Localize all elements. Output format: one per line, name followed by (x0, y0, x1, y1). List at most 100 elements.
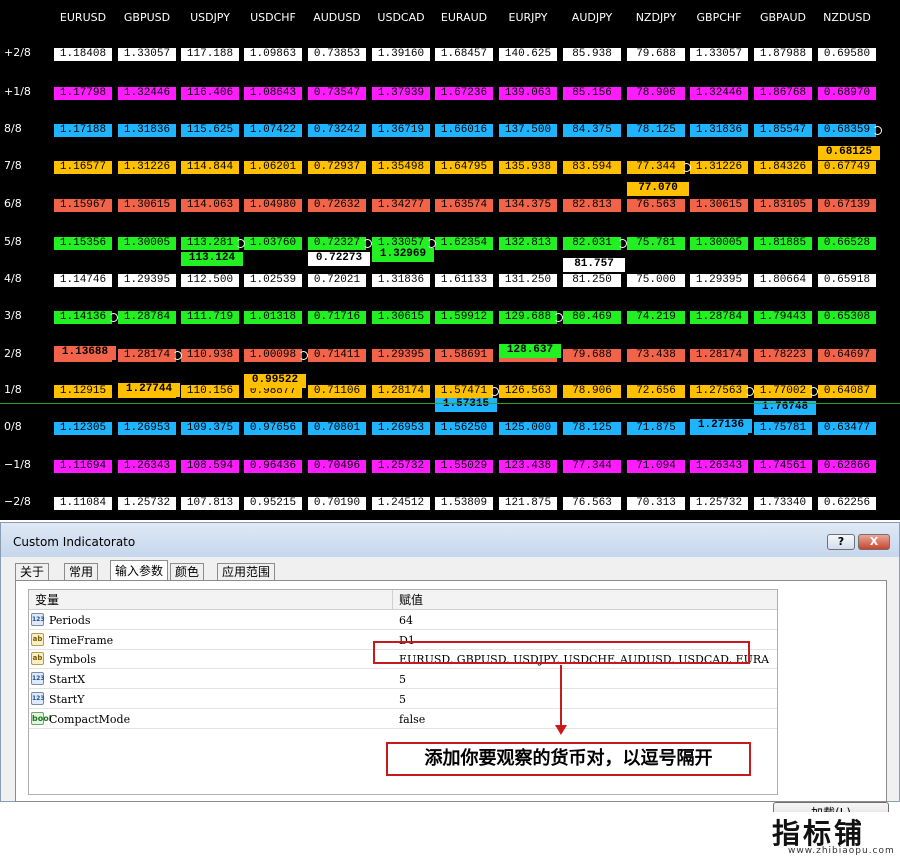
symbol-header-usdjpy: USDJPY (190, 11, 230, 24)
level-value: 0.70190 (308, 497, 366, 510)
level-value: 125.000 (499, 422, 557, 435)
level-value: 1.26953 (118, 422, 176, 435)
level-label: +2/8 (4, 46, 31, 59)
level-value: 131.250 (499, 274, 557, 287)
param-value[interactable]: false (399, 713, 769, 726)
param-row-compactmode[interactable]: bool CompactMode false (29, 709, 777, 729)
current-price: 1.57315 (435, 398, 497, 412)
param-name: StartX (49, 673, 86, 687)
symbol-header-usdcad: USDCAD (377, 11, 425, 24)
level-value: 75.781 (627, 237, 685, 250)
param-value[interactable]: 5 (399, 673, 769, 686)
level-value: 1.30005 (118, 237, 176, 250)
param-value[interactable]: 5 (399, 693, 769, 706)
level-value: 1.27563 (690, 385, 748, 398)
level-label: 2/8 (4, 347, 22, 360)
level-value: 0.71716 (308, 311, 366, 324)
level-value: 1.31836 (690, 124, 748, 137)
level-value: 0.95215 (244, 497, 302, 510)
level-label: 8/8 (4, 122, 22, 135)
level-value: 1.28174 (118, 349, 176, 362)
level-value: 85.938 (563, 48, 621, 61)
tab-common[interactable]: 常用 (64, 563, 99, 581)
param-row-startx[interactable]: 123 StartX 5 (29, 669, 777, 690)
col-header-variable[interactable]: 变量 (29, 590, 393, 610)
level-value: 121.875 (499, 497, 557, 510)
close-button[interactable]: X (858, 534, 890, 550)
level-value: 1.11084 (54, 497, 112, 510)
level-value: 1.53809 (435, 497, 493, 510)
level-value: 1.16577 (54, 161, 112, 174)
level-value: 80.469 (563, 311, 621, 324)
tab-colors[interactable]: 颜色 (170, 563, 205, 581)
symbol-header-gbpusd: GBPUSD (123, 11, 171, 24)
level-value: 1.03760 (244, 237, 302, 250)
level-value: 1.07422 (244, 124, 302, 137)
level-value: 0.62866 (818, 460, 876, 473)
dialog-title: Custom Indicatorato (13, 535, 136, 549)
level-value: 117.188 (181, 48, 239, 61)
integer-type-icon: 123 (31, 691, 45, 705)
level-value: 123.438 (499, 460, 557, 473)
tab-inputs[interactable]: 输入参数 (110, 560, 169, 582)
level-value: 77.344 (563, 460, 621, 473)
level-value: 1.86768 (754, 87, 812, 100)
level-value: 1.32446 (690, 87, 748, 100)
level-value: 0.73242 (308, 124, 366, 137)
level-value: 1.35498 (372, 161, 430, 174)
level-value: 0.73547 (308, 87, 366, 100)
inputs-panel: 变量 赋值 123 Periods 64 ab TimeFrame D1 ab Symbols… (15, 580, 889, 852)
level-value: 1.61133 (435, 274, 493, 287)
symbols-highlight-box (373, 641, 750, 664)
level-value: 1.34277 (372, 199, 430, 212)
level-value: 0.71106 (308, 385, 366, 398)
param-value[interactable]: 64 (399, 614, 769, 627)
symbol-header-eurjpy: EURJPY (508, 11, 548, 24)
price-marker-icon (299, 351, 308, 360)
level-value: 0.96436 (244, 460, 302, 473)
level-value: 1.18408 (54, 48, 112, 61)
level-value: 1.87988 (754, 48, 812, 61)
tab-about[interactable]: 关于 (15, 563, 50, 581)
level-value: 72.656 (627, 385, 685, 398)
level-value: 1.28784 (118, 311, 176, 324)
level-value: 0.72937 (308, 161, 366, 174)
level-value: 139.063 (499, 87, 557, 100)
level-value: 113.281 (181, 237, 239, 250)
level-value: 70.313 (627, 497, 685, 510)
callout-arrow (560, 665, 562, 727)
current-price: 0.72273 (308, 252, 370, 266)
level-value: 78.906 (627, 87, 685, 100)
level-value: 1.30615 (690, 199, 748, 212)
level-value: 1.68457 (435, 48, 493, 61)
level-value: 1.26953 (372, 422, 430, 435)
current-price: 1.13688 (54, 346, 116, 360)
level-value: 85.156 (563, 87, 621, 100)
level-value: 0.68970 (818, 87, 876, 100)
level-value: 1.57471 (435, 385, 493, 398)
current-price: 0.68125 (818, 146, 880, 160)
help-button[interactable]: ? (827, 534, 855, 550)
level-value: 1.25732 (118, 497, 176, 510)
param-row-starty[interactable]: 123 StartY 5 (29, 689, 777, 709)
param-row-periods[interactable]: 123 Periods 64 (29, 610, 777, 630)
level-value: 1.12915 (54, 385, 112, 398)
current-price: 0.99522 (244, 374, 306, 388)
level-value: 107.813 (181, 497, 239, 510)
level-value: 1.30005 (690, 237, 748, 250)
col-header-value[interactable]: 赋值 (393, 590, 777, 610)
symbol-header-nzdusd: NZDUSD (823, 11, 871, 24)
level-value: 115.625 (181, 124, 239, 137)
level-value: 84.375 (563, 124, 621, 137)
price-marker-icon (809, 387, 818, 396)
tab-visualization[interactable]: 应用范围 (217, 563, 276, 581)
price-marker-icon (109, 313, 118, 322)
symbol-header-euraud: EURAUD (440, 11, 488, 24)
price-marker-icon (554, 313, 563, 322)
level-value: 1.28784 (690, 311, 748, 324)
level-value: 1.63574 (435, 199, 493, 212)
level-value: 1.64795 (435, 161, 493, 174)
level-value: 1.55029 (435, 460, 493, 473)
level-value: 1.56250 (435, 422, 493, 435)
level-value: 1.77002 (754, 385, 812, 398)
